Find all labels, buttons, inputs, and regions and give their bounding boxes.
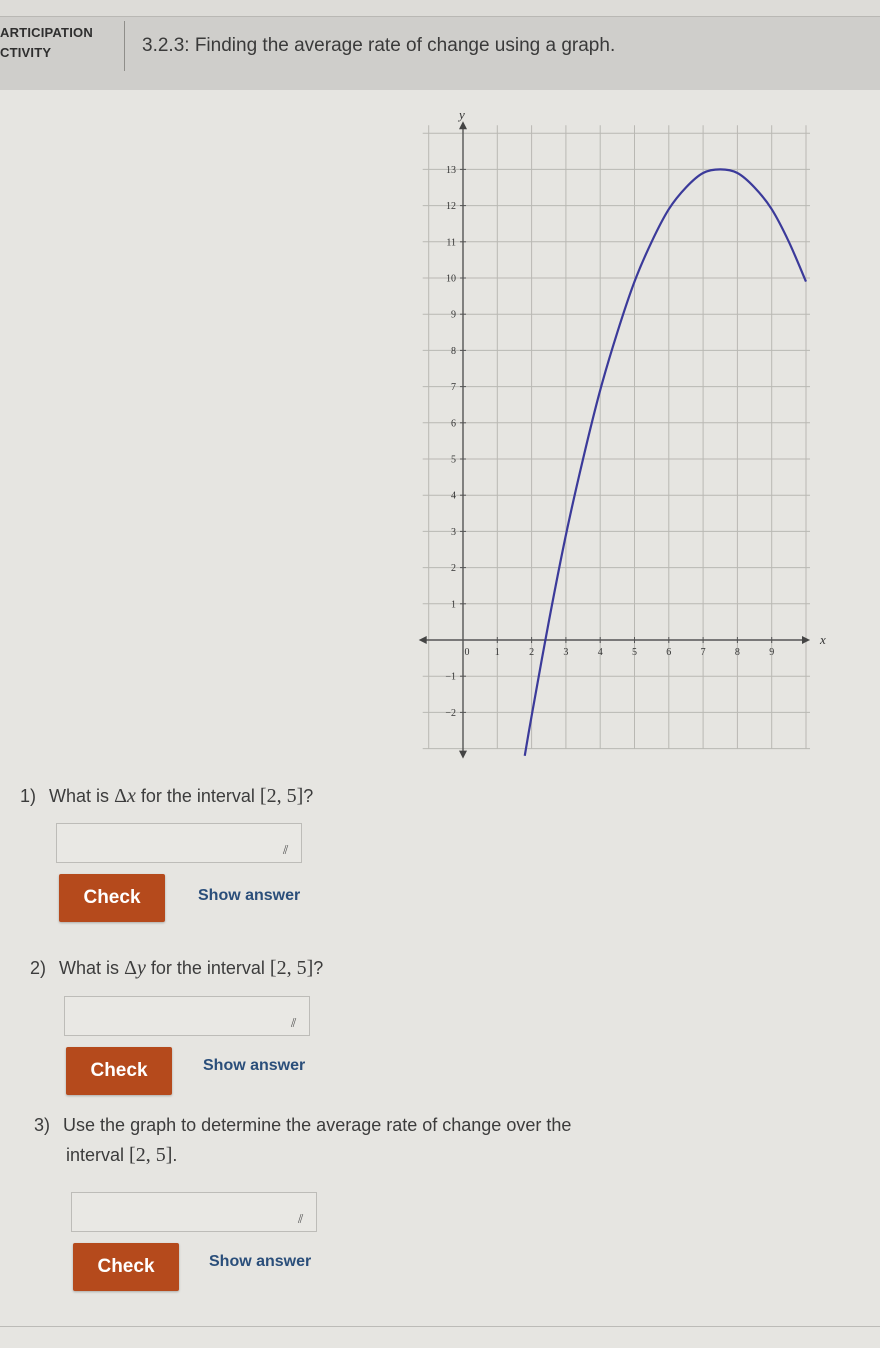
activity-type-line1: ARTICIPATION bbox=[0, 25, 93, 40]
activity-type-label: ARTICIPATION CTIVITY bbox=[0, 23, 120, 63]
question-2-number: 2) bbox=[30, 958, 47, 978]
question-1-interval: [2, 5] bbox=[259, 785, 304, 807]
question-2: 2) What is Δy for the interval [2, 5]? bbox=[30, 957, 323, 980]
x-tick-label: 7 bbox=[701, 647, 706, 658]
y-axis-arrow-down-icon bbox=[459, 750, 467, 759]
question-2-show-answer-link[interactable]: Show answer bbox=[203, 1057, 305, 1075]
y-axis-label: y bbox=[457, 107, 465, 122]
x-tick-label: 9 bbox=[769, 647, 774, 658]
function-curve bbox=[523, 168, 808, 757]
question-1-show-answer-link[interactable]: Show answer bbox=[198, 887, 300, 905]
activity-content: 0 1 2 3 4 5 6 7 8 9 13 12 11 10 9 8 7 6 5 4 3 2 1 −1 −2 x y 1) W… bbox=[0, 90, 880, 1348]
question-2-interval: [2, 5] bbox=[269, 957, 314, 979]
question-3-answer-input[interactable]: ⫽ bbox=[71, 1192, 317, 1232]
question-3-suffix: . bbox=[172, 1145, 178, 1165]
question-1-text-after: for the interval bbox=[140, 786, 255, 806]
function-graph: 0 1 2 3 4 5 6 7 8 913121110987654321−1−2 x y bbox=[418, 107, 826, 759]
variable-y: y bbox=[136, 957, 146, 979]
y-tick-label: 10 bbox=[446, 274, 456, 285]
resize-grip-icon[interactable]: ⫽ bbox=[298, 1213, 310, 1225]
question-3-check-button[interactable]: Check bbox=[73, 1243, 179, 1291]
question-1-delta-x: Δx bbox=[114, 785, 136, 807]
y-tick-label: 11 bbox=[446, 237, 456, 248]
x-tick-label: 4 bbox=[598, 647, 603, 658]
y-tick-label: 5 bbox=[451, 455, 456, 466]
activity-type-line2: CTIVITY bbox=[0, 45, 52, 60]
question-1-text-before: What is bbox=[49, 786, 110, 806]
activity-header: ARTICIPATION CTIVITY 3.2.3: Finding the … bbox=[0, 16, 880, 91]
question-2-check-button[interactable]: Check bbox=[66, 1047, 172, 1095]
y-tick-label: 8 bbox=[451, 346, 456, 357]
delta-symbol: Δ bbox=[114, 785, 127, 807]
question-3-number: 3) bbox=[34, 1115, 51, 1135]
y-tick-label: −1 bbox=[445, 672, 456, 683]
question-2-text-after: for the interval bbox=[150, 958, 265, 978]
y-tick-label: 3 bbox=[451, 527, 456, 538]
resize-grip-icon[interactable]: ⫽ bbox=[283, 844, 295, 856]
tick-labels: 0 1 2 3 4 5 6 7 8 913121110987654321−1−2 bbox=[445, 165, 774, 719]
x-tick-label: 6 bbox=[666, 647, 671, 658]
y-tick-label: 1 bbox=[451, 599, 456, 610]
x-tick-label: 5 bbox=[632, 647, 637, 658]
x-tick-label: 0 bbox=[465, 647, 470, 658]
x-tick-label: 1 bbox=[495, 647, 500, 658]
x-axis-label: x bbox=[819, 632, 826, 647]
y-tick-label: 9 bbox=[451, 310, 456, 321]
question-1-suffix: ? bbox=[303, 786, 314, 806]
question-3-show-answer-link[interactable]: Show answer bbox=[209, 1253, 311, 1271]
grid-lines bbox=[422, 125, 810, 750]
question-1: 1) What is Δx for the interval [2, 5]? bbox=[20, 785, 313, 808]
question-2-text-before: What is bbox=[59, 958, 120, 978]
question-2-delta-y: Δy bbox=[124, 957, 146, 979]
question-1-answer-input[interactable]: ⫽ bbox=[56, 823, 302, 863]
question-1-check-button[interactable]: Check bbox=[59, 874, 165, 922]
axes bbox=[418, 121, 810, 759]
activity-title: 3.2.3: Finding the average rate of chang… bbox=[142, 35, 616, 56]
x-tick-label: 8 bbox=[735, 647, 740, 658]
y-tick-label: 6 bbox=[451, 418, 456, 429]
question-3-interval: [2, 5] bbox=[129, 1144, 173, 1166]
variable-x: x bbox=[126, 785, 136, 807]
question-3-line2-text: interval bbox=[66, 1145, 125, 1165]
y-tick-label: −2 bbox=[445, 708, 456, 719]
question-1-number: 1) bbox=[20, 786, 37, 806]
resize-grip-icon[interactable]: ⫽ bbox=[291, 1017, 303, 1029]
y-tick-label: 12 bbox=[446, 201, 456, 212]
delta-symbol: Δ bbox=[124, 957, 137, 979]
x-tick-label: 2 bbox=[529, 647, 534, 658]
y-tick-label: 13 bbox=[446, 165, 456, 176]
y-tick-label: 7 bbox=[451, 382, 456, 393]
section-divider bbox=[0, 1326, 880, 1327]
x-axis-arrow-left-icon bbox=[418, 636, 427, 644]
y-tick-label: 4 bbox=[451, 491, 456, 502]
y-axis-arrow-up-icon bbox=[459, 121, 467, 130]
header-divider bbox=[124, 21, 125, 71]
y-tick-label: 2 bbox=[451, 563, 456, 574]
question-3: 3) Use the graph to determine the averag… bbox=[34, 1110, 571, 1170]
question-2-answer-input[interactable]: ⫽ bbox=[64, 996, 310, 1036]
x-tick-label: 3 bbox=[563, 647, 568, 658]
question-2-suffix: ? bbox=[313, 958, 324, 978]
question-3-line1: Use the graph to determine the average r… bbox=[63, 1115, 572, 1135]
